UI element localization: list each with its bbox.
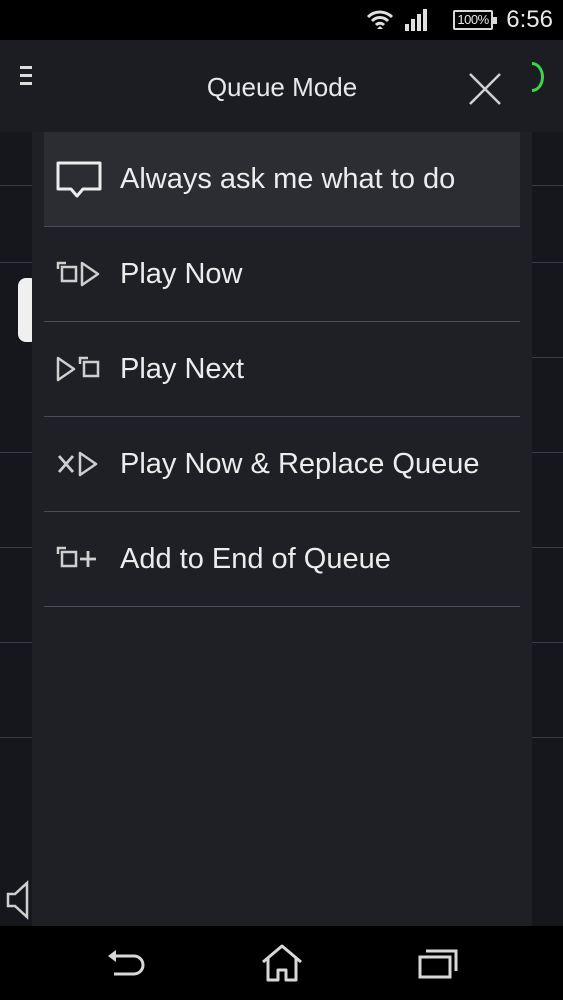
option-play-next[interactable]: Play Next — [44, 322, 520, 417]
divider — [532, 642, 563, 643]
divider — [0, 737, 32, 738]
divider — [532, 737, 563, 738]
divider — [532, 185, 563, 186]
status-clock: 6:56 — [506, 6, 553, 33]
option-play-now[interactable]: Play Now — [44, 227, 520, 322]
battery-level: 100% — [457, 12, 489, 27]
menu-icon — [20, 66, 32, 90]
add-to-queue-icon — [56, 546, 96, 568]
option-label: Play Next — [120, 353, 245, 385]
play-next-icon — [56, 356, 100, 382]
divider — [0, 452, 32, 453]
status-bar: 100% 6:56 — [0, 0, 563, 40]
option-label: Play Now & Replace Queue — [120, 448, 480, 480]
play-now-icon — [56, 261, 100, 287]
speech-bubble-icon — [56, 161, 102, 198]
recent-apps-icon[interactable] — [414, 942, 462, 984]
option-add-to-end[interactable]: Add to End of Queue — [44, 512, 520, 607]
replace-queue-icon — [57, 451, 98, 477]
option-always-ask[interactable]: Always ask me what to do — [44, 132, 520, 227]
wifi-icon — [366, 10, 394, 29]
queue-mode-dialog: Queue Mode Always ask me what to do Play… — [32, 40, 532, 926]
dialog-header: Queue Mode — [32, 40, 532, 132]
signal-icon — [405, 9, 427, 31]
divider — [0, 642, 32, 643]
divider — [532, 452, 563, 453]
divider — [532, 547, 563, 548]
close-icon[interactable] — [464, 68, 506, 110]
option-play-now-replace[interactable]: Play Now & Replace Queue — [44, 417, 520, 512]
divider — [0, 185, 32, 186]
option-label: Add to End of Queue — [120, 543, 391, 575]
divider — [0, 547, 32, 548]
queue-mode-options: Always ask me what to do Play Now Play N… — [44, 132, 520, 607]
option-label: Play Now — [120, 258, 243, 290]
navigation-bar — [0, 926, 563, 1000]
option-label: Always ask me what to do — [120, 163, 456, 195]
home-icon[interactable] — [258, 942, 306, 984]
dialog-title: Queue Mode — [206, 72, 358, 102]
divider — [532, 262, 563, 263]
back-icon[interactable] — [102, 942, 150, 984]
battery-icon: 100% — [453, 10, 497, 30]
divider — [0, 262, 32, 263]
volume-icon — [6, 880, 29, 920]
divider — [532, 357, 563, 358]
